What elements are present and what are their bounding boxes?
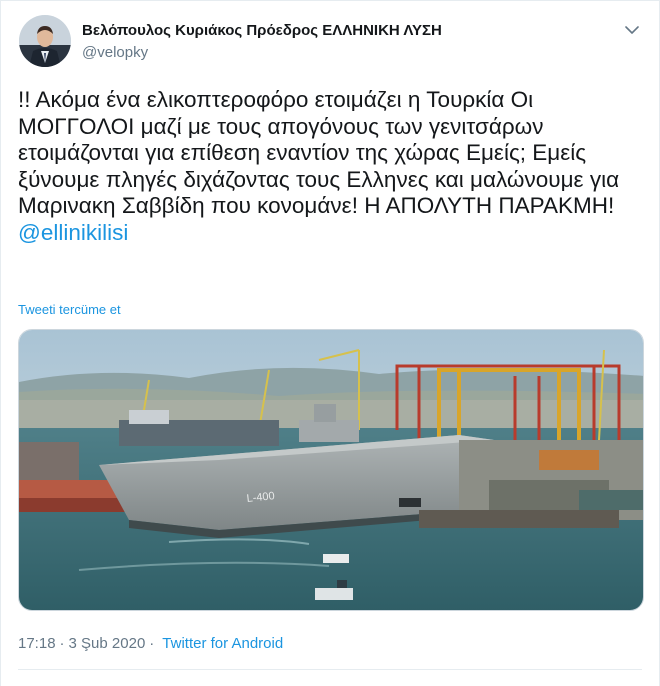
- tweet-meta: 17:18 · 3 Şub 2020 · Twitter for Android: [18, 635, 283, 652]
- author-display-name[interactable]: Βελόπουλος Κυριάκος Πρόεδρος ΕΛΛΗΝΙΚΗ ΛΥ…: [82, 22, 442, 39]
- profile-photo: [19, 15, 71, 67]
- author-handle[interactable]: @velopky: [82, 44, 148, 61]
- tweet-source-link[interactable]: Twitter for Android: [162, 635, 283, 652]
- mention-link[interactable]: @ellinikilisi: [18, 220, 128, 245]
- meta-separator-2: ·: [149, 635, 155, 652]
- divider: [18, 669, 642, 670]
- tweet-photo[interactable]: L-400: [18, 329, 644, 611]
- avatar[interactable]: [19, 15, 71, 67]
- translate-tweet-link[interactable]: Tweeti tercüme et: [18, 302, 121, 317]
- tweet-body: !! Ακόμα ένα ελικοπτεροφόρο ετοιμάζει η …: [18, 87, 620, 218]
- chevron-down-icon[interactable]: [623, 21, 641, 39]
- tweet-text: !! Ακόμα ένα ελικοπτεροφόρο ετοιμάζει η …: [18, 87, 648, 246]
- tweet-card: Βελόπουλος Κυριάκος Πρόεδρος ΕΛΛΗΝΙΚΗ ΛΥ…: [0, 0, 660, 686]
- tweet-date[interactable]: 3 Şub 2020: [69, 635, 146, 652]
- meta-separator: ·: [59, 635, 65, 652]
- tweet-time[interactable]: 17:18: [18, 635, 56, 652]
- shipyard-photo: L-400: [19, 330, 643, 610]
